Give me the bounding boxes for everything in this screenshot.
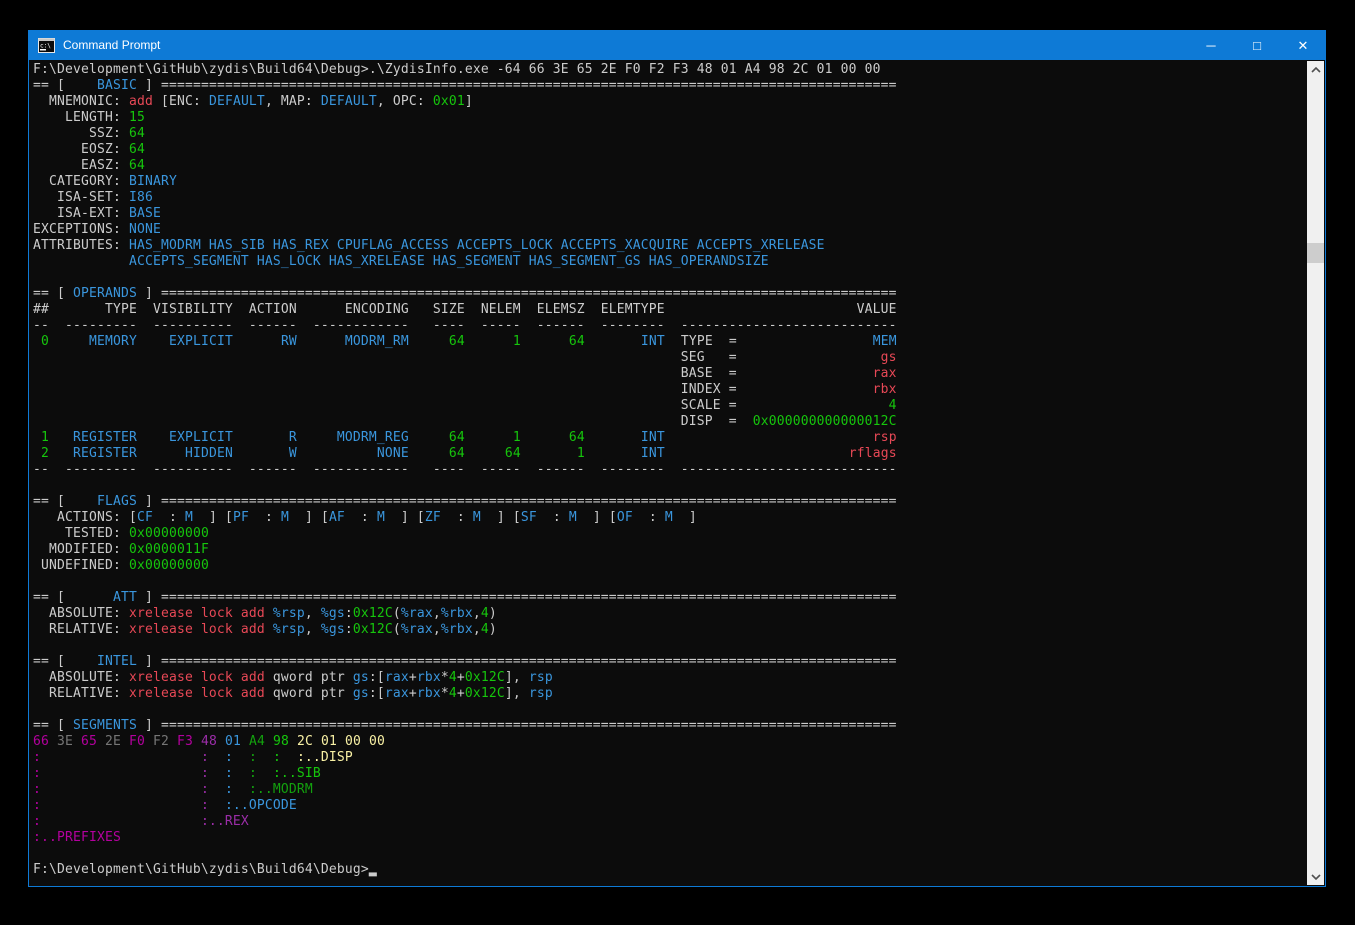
titlebar-left: c:\ Command Prompt (28, 38, 1188, 53)
close-icon: ✕ (1298, 39, 1309, 52)
command-prompt-window: c:\ Command Prompt ─ □ ✕ F:\Development\… (28, 30, 1326, 887)
console-content[interactable]: F:\Development\GitHub\zydis\Build64\Debu… (28, 60, 1326, 887)
terminal-output: F:\Development\GitHub\zydis\Build64\Debu… (33, 62, 897, 878)
svg-text:c:\: c:\ (40, 42, 51, 49)
maximize-icon: □ (1253, 39, 1261, 52)
minimize-button[interactable]: ─ (1188, 30, 1234, 60)
scroll-down-button[interactable] (1307, 868, 1324, 885)
vertical-scrollbar[interactable] (1307, 61, 1324, 885)
scroll-up-button[interactable] (1307, 61, 1324, 78)
chevron-up-icon (1311, 67, 1321, 73)
window-title: Command Prompt (63, 38, 160, 52)
close-button[interactable]: ✕ (1280, 30, 1326, 60)
maximize-button[interactable]: □ (1234, 30, 1280, 60)
cmd-icon: c:\ (38, 38, 55, 53)
scrollbar-thumb[interactable] (1307, 243, 1324, 263)
window-controls: ─ □ ✕ (1188, 30, 1326, 60)
chevron-down-icon (1311, 874, 1321, 880)
minimize-icon: ─ (1206, 39, 1215, 52)
desktop: { "window": { "title": "Command Prompt",… (0, 0, 1355, 925)
titlebar[interactable]: c:\ Command Prompt ─ □ ✕ (28, 30, 1326, 60)
